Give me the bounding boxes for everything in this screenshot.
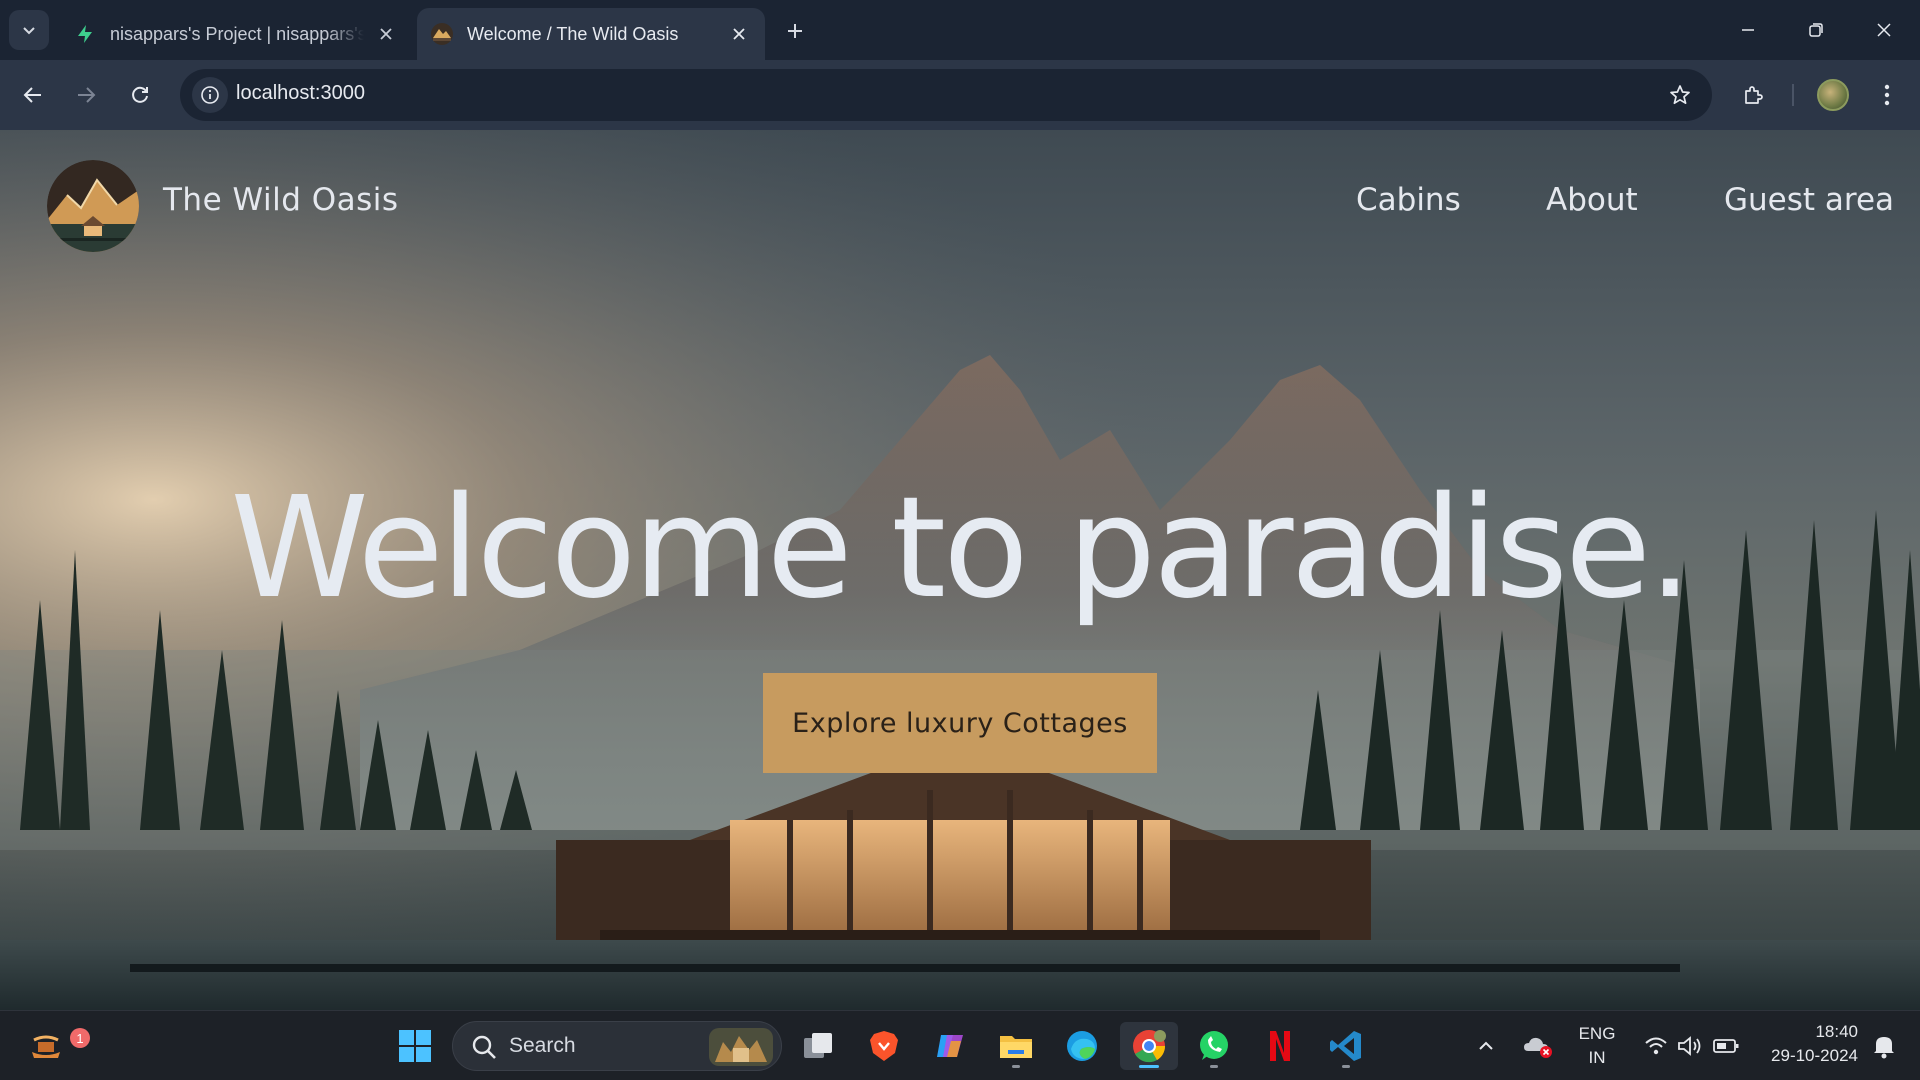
tab-title: nisappars's Project | nisappars's xyxy=(110,23,364,44)
tab-close-button[interactable] xyxy=(727,22,751,46)
nav-guest-area[interactable]: Guest area xyxy=(1724,182,1894,218)
task-view-icon xyxy=(804,1033,832,1058)
restore-button[interactable] xyxy=(1782,0,1850,60)
more-vert-icon xyxy=(1884,84,1890,106)
minimize-button[interactable] xyxy=(1714,0,1782,60)
whatsapp-app[interactable] xyxy=(1190,1022,1238,1070)
tab-vercel-project[interactable]: nisappars's Project | nisappars's xyxy=(60,8,412,60)
avatar xyxy=(1817,79,1849,111)
nav-cabins[interactable]: Cabins xyxy=(1356,182,1461,218)
new-tab-button[interactable] xyxy=(780,16,810,46)
back-button[interactable] xyxy=(13,75,53,115)
whatsapp-icon xyxy=(1200,1031,1228,1060)
close-icon xyxy=(1877,23,1891,37)
running-indicator xyxy=(1210,1065,1218,1068)
address-bar[interactable]: localhost:3000 xyxy=(180,69,1712,121)
file-explorer-icon xyxy=(1000,1036,1032,1058)
wild-oasis-logo[interactable] xyxy=(47,160,139,252)
brave-icon xyxy=(870,1031,898,1061)
close-icon xyxy=(380,28,392,40)
start-button[interactable] xyxy=(391,1022,439,1070)
explore-cottages-button[interactable]: Explore luxury Cottages xyxy=(763,673,1157,773)
input-language[interactable]: ENG xyxy=(1575,1024,1619,1044)
taskbar-search[interactable]: Search xyxy=(452,1021,782,1071)
tab-close-button[interactable] xyxy=(374,22,398,46)
brave-app[interactable] xyxy=(860,1022,908,1070)
windows-taskbar: 1 Search ENG IN 18:40 29-10-2024 xyxy=(0,1010,1920,1080)
search-highlight-icon xyxy=(709,1028,773,1066)
hero-title: Welcome to paradise. xyxy=(230,467,1692,630)
reload-button[interactable] xyxy=(120,75,160,115)
chevron-up-icon xyxy=(1479,1041,1493,1050)
edge-app[interactable] xyxy=(1058,1022,1106,1070)
bookmark-button[interactable] xyxy=(1666,81,1694,109)
vscode-app[interactable] xyxy=(1322,1022,1370,1070)
brand-name[interactable]: The Wild Oasis xyxy=(163,182,399,218)
tab-search-button[interactable] xyxy=(9,10,49,50)
arrow-right-icon xyxy=(78,87,96,103)
netflix-icon xyxy=(1270,1031,1290,1061)
close-window-button[interactable] xyxy=(1850,0,1918,60)
running-indicator xyxy=(1139,1065,1159,1068)
input-region[interactable]: IN xyxy=(1575,1048,1619,1068)
profile-button[interactable] xyxy=(1813,75,1853,115)
wifi-icon xyxy=(1645,1037,1667,1055)
show-hidden-icons-button[interactable] xyxy=(1466,1022,1506,1070)
vscode-icon xyxy=(1330,1031,1361,1061)
volume-status[interactable] xyxy=(1670,1022,1710,1070)
toolbar-divider xyxy=(1792,84,1794,106)
restore-icon xyxy=(1809,23,1823,37)
info-icon xyxy=(201,86,219,104)
netflix-app[interactable] xyxy=(1256,1022,1304,1070)
reload-icon xyxy=(132,86,148,103)
notifications-button[interactable] xyxy=(1864,1022,1904,1070)
chrome-app[interactable] xyxy=(1120,1022,1178,1070)
notification-badge: 1 xyxy=(70,1028,90,1048)
browser-toolbar: localhost:3000 xyxy=(0,60,1920,130)
forward-button[interactable] xyxy=(66,75,106,115)
url-text[interactable]: localhost:3000 xyxy=(236,82,365,105)
running-indicator xyxy=(1012,1065,1020,1068)
plus-icon xyxy=(788,24,802,38)
close-icon xyxy=(733,28,745,40)
bell-icon xyxy=(1874,1037,1894,1059)
site-header: The Wild Oasis Cabins About Guest area xyxy=(0,130,1920,270)
nav-about[interactable]: About xyxy=(1546,182,1638,218)
wild-oasis-favicon-icon xyxy=(431,23,453,45)
tab-wild-oasis[interactable]: Welcome / The Wild Oasis xyxy=(417,8,765,60)
supabase-favicon-icon xyxy=(78,25,92,43)
minimize-icon xyxy=(1742,29,1754,31)
star-icon xyxy=(1670,85,1690,105)
copilot-icon xyxy=(937,1035,963,1057)
chevron-down-icon xyxy=(23,27,35,35)
battery-icon xyxy=(1713,1039,1739,1053)
arrow-left-icon xyxy=(23,87,41,103)
battery-status[interactable] xyxy=(1706,1022,1746,1070)
chrome-menu-button[interactable] xyxy=(1867,75,1907,115)
site-info-button[interactable] xyxy=(192,77,228,113)
weather-widget-icon xyxy=(32,1035,60,1058)
onedrive-status[interactable] xyxy=(1514,1022,1562,1070)
cloud-error-icon xyxy=(1524,1037,1552,1058)
file-explorer-app[interactable] xyxy=(992,1022,1040,1070)
volume-icon xyxy=(1678,1036,1701,1056)
edge-icon xyxy=(1067,1031,1097,1061)
widgets-button[interactable]: 1 xyxy=(22,1022,90,1070)
extensions-button[interactable] xyxy=(1733,75,1773,115)
tab-title: Welcome / The Wild Oasis xyxy=(467,23,679,44)
task-view-button[interactable] xyxy=(794,1022,842,1070)
page-viewport: The Wild Oasis Cabins About Guest area W… xyxy=(0,130,1920,1010)
search-placeholder: Search xyxy=(509,1034,576,1057)
browser-tab-strip: nisappars's Project | nisappars's Welcom… xyxy=(0,0,1920,60)
clock-date[interactable]: 29-10-2024 xyxy=(1746,1046,1858,1066)
clock-time[interactable]: 18:40 xyxy=(1746,1022,1858,1042)
chrome-icon xyxy=(1133,1030,1166,1063)
windows-start-icon xyxy=(399,1030,431,1062)
copilot-app[interactable] xyxy=(926,1022,974,1070)
puzzle-icon xyxy=(1745,86,1763,104)
running-indicator xyxy=(1342,1065,1350,1068)
search-icon xyxy=(472,1035,496,1059)
